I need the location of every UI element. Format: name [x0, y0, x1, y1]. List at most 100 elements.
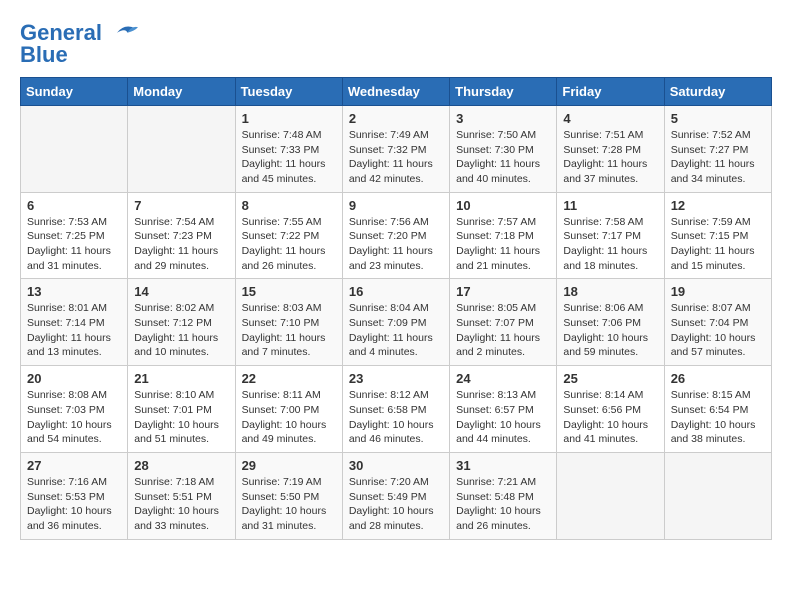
info-line: Sunrise: 7:52 AM	[671, 128, 765, 143]
info-line: Sunrise: 7:54 AM	[134, 215, 228, 230]
info-line: Daylight: 11 hours	[349, 244, 443, 259]
day-info: Sunrise: 8:10 AMSunset: 7:01 PMDaylight:…	[134, 388, 228, 447]
info-line: Daylight: 11 hours	[134, 244, 228, 259]
info-line: Sunrise: 7:58 AM	[563, 215, 657, 230]
day-number: 8	[242, 198, 336, 213]
day-number: 16	[349, 284, 443, 299]
day-info: Sunrise: 7:58 AMSunset: 7:17 PMDaylight:…	[563, 215, 657, 274]
calendar-cell: 14Sunrise: 8:02 AMSunset: 7:12 PMDayligh…	[128, 279, 235, 366]
info-line: Daylight: 10 hours	[563, 418, 657, 433]
day-info: Sunrise: 8:07 AMSunset: 7:04 PMDaylight:…	[671, 301, 765, 360]
day-number: 18	[563, 284, 657, 299]
info-line: Sunrise: 7:57 AM	[456, 215, 550, 230]
calendar-cell: 23Sunrise: 8:12 AMSunset: 6:58 PMDayligh…	[342, 366, 449, 453]
calendar-cell	[128, 105, 235, 192]
info-line: Sunset: 7:17 PM	[563, 229, 657, 244]
day-info: Sunrise: 7:50 AMSunset: 7:30 PMDaylight:…	[456, 128, 550, 187]
day-info: Sunrise: 7:59 AMSunset: 7:15 PMDaylight:…	[671, 215, 765, 274]
calendar-cell	[664, 452, 771, 539]
info-line: Sunset: 6:54 PM	[671, 403, 765, 418]
day-info: Sunrise: 8:01 AMSunset: 7:14 PMDaylight:…	[27, 301, 121, 360]
info-line: Daylight: 11 hours	[563, 244, 657, 259]
info-line: Sunrise: 8:03 AM	[242, 301, 336, 316]
day-number: 30	[349, 458, 443, 473]
info-line: Daylight: 11 hours	[456, 157, 550, 172]
calendar-cell: 16Sunrise: 8:04 AMSunset: 7:09 PMDayligh…	[342, 279, 449, 366]
calendar-cell: 20Sunrise: 8:08 AMSunset: 7:03 PMDayligh…	[21, 366, 128, 453]
info-line: Sunset: 6:56 PM	[563, 403, 657, 418]
info-line: and 38 minutes.	[671, 432, 765, 447]
info-line: Sunset: 5:50 PM	[242, 490, 336, 505]
info-line: Daylight: 10 hours	[671, 331, 765, 346]
calendar-row: 20Sunrise: 8:08 AMSunset: 7:03 PMDayligh…	[21, 366, 772, 453]
info-line: Daylight: 10 hours	[27, 504, 121, 519]
info-line: Sunset: 7:01 PM	[134, 403, 228, 418]
info-line: Sunrise: 7:20 AM	[349, 475, 443, 490]
info-line: and 31 minutes.	[242, 519, 336, 534]
info-line: Sunrise: 8:02 AM	[134, 301, 228, 316]
calendar-header: SundayMondayTuesdayWednesdayThursdayFrid…	[21, 77, 772, 105]
info-line: Sunset: 7:15 PM	[671, 229, 765, 244]
day-info: Sunrise: 7:54 AMSunset: 7:23 PMDaylight:…	[134, 215, 228, 274]
info-line: Sunset: 5:48 PM	[456, 490, 550, 505]
weekday-header: Monday	[128, 77, 235, 105]
info-line: Sunset: 7:00 PM	[242, 403, 336, 418]
calendar-cell: 13Sunrise: 8:01 AMSunset: 7:14 PMDayligh…	[21, 279, 128, 366]
day-info: Sunrise: 8:08 AMSunset: 7:03 PMDaylight:…	[27, 388, 121, 447]
info-line: Sunrise: 8:15 AM	[671, 388, 765, 403]
info-line: and 34 minutes.	[671, 172, 765, 187]
day-info: Sunrise: 8:03 AMSunset: 7:10 PMDaylight:…	[242, 301, 336, 360]
info-line: Sunrise: 8:13 AM	[456, 388, 550, 403]
info-line: Sunset: 7:12 PM	[134, 316, 228, 331]
day-number: 26	[671, 371, 765, 386]
info-line: Sunset: 7:14 PM	[27, 316, 121, 331]
day-info: Sunrise: 7:53 AMSunset: 7:25 PMDaylight:…	[27, 215, 121, 274]
calendar-row: 6 Sunrise: 7:53 AMSunset: 7:25 PMDaylight…	[21, 192, 772, 279]
calendar-row: 13Sunrise: 8:01 AMSunset: 7:14 PMDayligh…	[21, 279, 772, 366]
day-number: 24	[456, 371, 550, 386]
info-line: Daylight: 10 hours	[671, 418, 765, 433]
calendar-cell: 11 Sunrise: 7:58 AMSunset: 7:17 PMDayligh…	[557, 192, 664, 279]
day-number: 15	[242, 284, 336, 299]
info-line: Daylight: 11 hours	[349, 331, 443, 346]
info-line: and 29 minutes.	[134, 259, 228, 274]
calendar-table: SundayMondayTuesdayWednesdayThursdayFrid…	[20, 77, 772, 540]
info-line: and 13 minutes.	[27, 345, 121, 360]
calendar-cell: 7Sunrise: 7:54 AMSunset: 7:23 PMDaylight…	[128, 192, 235, 279]
day-info: Sunrise: 7:57 AMSunset: 7:18 PMDaylight:…	[456, 215, 550, 274]
day-number: 12	[671, 198, 765, 213]
info-line: Sunrise: 7:56 AM	[349, 215, 443, 230]
day-number: 14	[134, 284, 228, 299]
calendar-cell: 15 Sunrise: 8:03 AMSunset: 7:10 PMDayligh…	[235, 279, 342, 366]
calendar-cell: 10Sunrise: 7:57 AMSunset: 7:18 PMDayligh…	[450, 192, 557, 279]
info-line: Sunset: 7:27 PM	[671, 143, 765, 158]
info-line: Daylight: 10 hours	[134, 418, 228, 433]
info-line: Sunrise: 8:11 AM	[242, 388, 336, 403]
day-info: Sunrise: 8:11 AMSunset: 7:00 PMDaylight:…	[242, 388, 336, 447]
calendar-cell: 19Sunrise: 8:07 AMSunset: 7:04 PMDayligh…	[664, 279, 771, 366]
day-number: 6	[27, 198, 121, 213]
calendar-row: 27Sunrise: 7:16 AMSunset: 5:53 PMDayligh…	[21, 452, 772, 539]
calendar-cell: 21Sunrise: 8:10 AMSunset: 7:01 PMDayligh…	[128, 366, 235, 453]
info-line: and 4 minutes.	[349, 345, 443, 360]
day-number: 11	[563, 198, 657, 213]
calendar-cell: 30Sunrise: 7:20 AMSunset: 5:49 PMDayligh…	[342, 452, 449, 539]
info-line: Daylight: 11 hours	[349, 157, 443, 172]
info-line: Sunset: 7:10 PM	[242, 316, 336, 331]
calendar-cell: 4Sunrise: 7:51 AMSunset: 7:28 PMDaylight…	[557, 105, 664, 192]
info-line: Sunrise: 7:55 AM	[242, 215, 336, 230]
calendar-cell: 17Sunrise: 8:05 AMSunset: 7:07 PMDayligh…	[450, 279, 557, 366]
info-line: and 44 minutes.	[456, 432, 550, 447]
info-line: Sunrise: 8:10 AM	[134, 388, 228, 403]
info-line: and 36 minutes.	[27, 519, 121, 534]
calendar-cell: 9Sunrise: 7:56 AMSunset: 7:20 PMDaylight…	[342, 192, 449, 279]
info-line: and 33 minutes.	[134, 519, 228, 534]
info-line: Sunset: 7:09 PM	[349, 316, 443, 331]
info-line: Daylight: 10 hours	[456, 504, 550, 519]
info-line: and 46 minutes.	[349, 432, 443, 447]
info-line: and 21 minutes.	[456, 259, 550, 274]
info-line: Sunset: 6:58 PM	[349, 403, 443, 418]
info-line: and 37 minutes.	[563, 172, 657, 187]
weekday-header: Saturday	[664, 77, 771, 105]
info-line: Sunset: 7:28 PM	[563, 143, 657, 158]
